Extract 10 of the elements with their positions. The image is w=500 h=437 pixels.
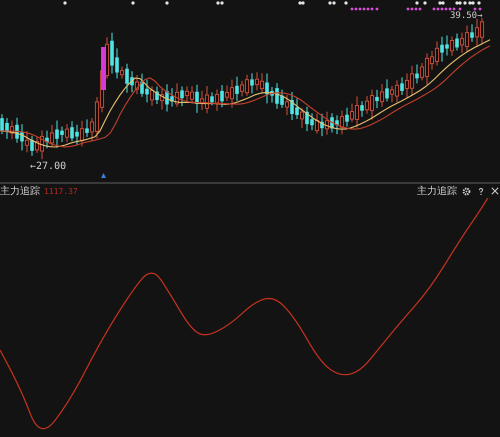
help-icon[interactable] [476,186,486,196]
indicator-value: 1117.37 [44,186,78,196]
indicator-title: 主力追踪 [417,184,457,198]
close-icon[interactable] [490,187,500,195]
price-label: 39.50→ [450,11,483,21]
highlighted-candle [101,47,106,90]
triangle-icon [101,173,106,178]
settings-icon[interactable] [461,186,472,196]
price-label: ←27.00 [30,161,66,172]
indicator-title: 主力追踪 [0,184,40,198]
